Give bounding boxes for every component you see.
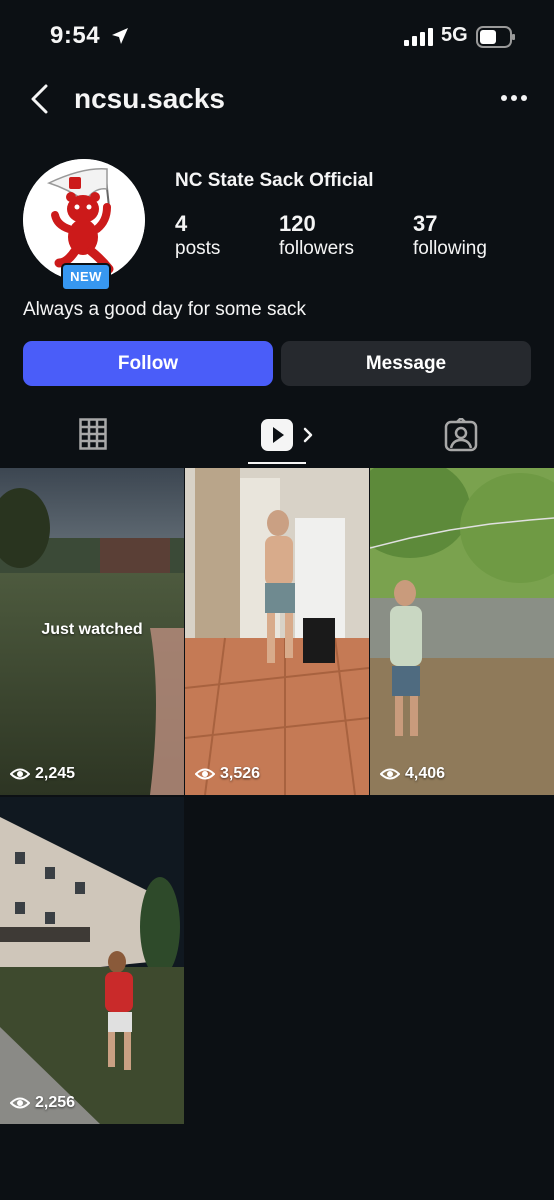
new-badge: NEW [61,263,111,291]
followers-count[interactable]: 120 [279,211,316,237]
follow-button[interactable]: Follow [23,341,273,386]
posts-label: posts [175,238,221,259]
eye-icon [10,768,30,780]
display-name: NC State Sack Official [175,170,374,191]
cellular-signal-icon [404,28,433,46]
following-count[interactable]: 37 [413,211,437,237]
view-count: 2,256 [10,1094,75,1112]
following-label[interactable]: following [413,238,487,260]
reel-3-preview-image [370,468,554,795]
reel-thumbnail-1[interactable]: Just watched 2,245 [0,468,184,795]
tab-grid-icon[interactable] [79,418,107,450]
network-type: 5G [441,24,468,46]
eye-icon [10,1097,30,1109]
view-count: 2,245 [10,765,75,783]
tab-tagged-icon[interactable] [444,418,478,452]
view-count: 4,406 [380,765,445,783]
view-count: 3,526 [195,765,260,783]
profile-username: ncsu.sacks [74,83,225,114]
reel-thumbnail-4[interactable]: 2,256 [0,797,184,1124]
reel-thumbnail-3[interactable]: 4,406 [370,468,554,795]
eye-icon [195,768,215,780]
followers-label[interactable]: followers [279,238,354,260]
status-time: 9:54 [50,22,101,49]
reel-thumbnail-2[interactable]: 3,526 [185,468,369,795]
view-count-value: 4,406 [405,765,446,782]
profile-bio: Always a good day for some sack [23,299,307,320]
battery-icon [476,26,515,48]
tab-reels-icon[interactable] [261,418,317,452]
active-tab-indicator [248,462,306,464]
reel-4-preview-image [0,797,184,1124]
back-icon[interactable] [28,84,52,114]
view-count-value: 2,256 [35,1094,76,1111]
eye-icon [380,768,400,780]
view-count-value: 3,526 [220,765,261,782]
location-arrow-icon [112,28,128,44]
view-count-value: 2,245 [35,765,76,782]
posts-count: 4 [175,211,188,236]
more-options-icon[interactable] [500,92,528,104]
just-watched-label: Just watched [41,621,143,638]
reel-2-preview-image [185,468,369,795]
message-button[interactable]: Message [281,341,531,386]
